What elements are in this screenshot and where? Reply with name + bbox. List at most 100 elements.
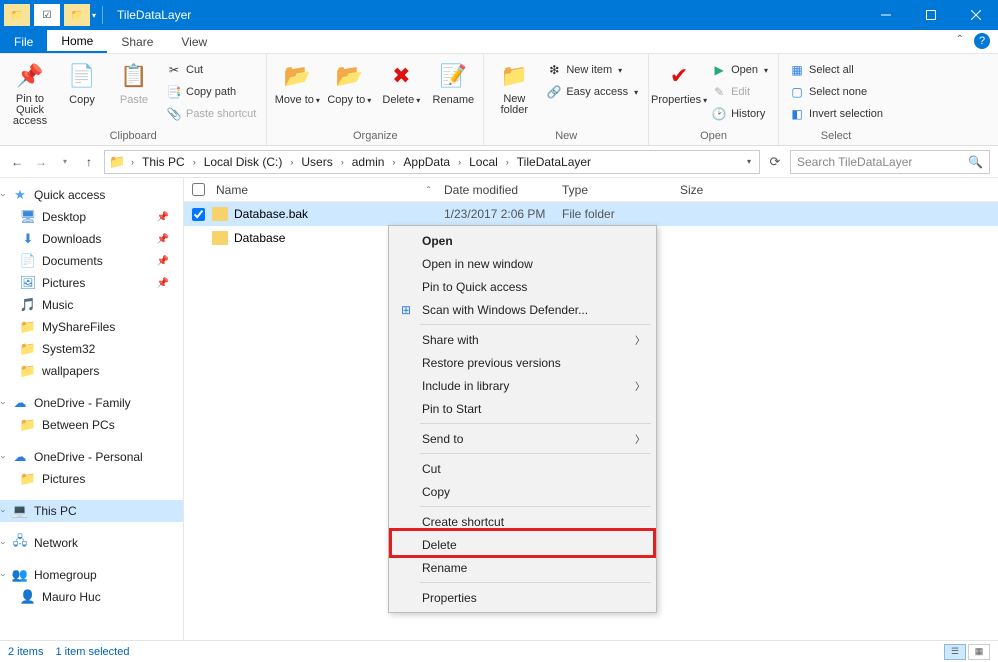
tab-view[interactable]: View [167, 30, 221, 53]
breadcrumb[interactable]: Users [299, 155, 334, 169]
qat-properties-icon[interactable]: ☑ [34, 4, 60, 26]
chevron-right-icon: 〉 [635, 378, 645, 393]
copy-to-button[interactable]: 📂Copy to▾ [325, 58, 373, 106]
icons-view-button[interactable]: ▦ [968, 644, 990, 660]
select-all-button[interactable]: ▦Select all [785, 60, 887, 80]
row-checkbox[interactable] [192, 208, 205, 221]
column-size[interactable]: Size [680, 183, 760, 197]
refresh-button[interactable]: ⟳ [766, 154, 784, 170]
copy-button[interactable]: 📄 Copy [58, 58, 106, 106]
sidebar-quick-access[interactable]: ★Quick access [0, 184, 183, 206]
invert-selection-button[interactable]: ◧Invert selection [785, 104, 887, 124]
move-to-button[interactable]: 📂Move to▾ [273, 58, 321, 106]
chevron-right-icon[interactable]: › [339, 157, 346, 167]
ctx-copy[interactable]: Copy [392, 480, 653, 503]
sidebar-item-music[interactable]: 🎵Music [0, 294, 183, 316]
back-button[interactable]: ← [8, 153, 26, 171]
cut-button[interactable]: ✂Cut [162, 60, 260, 80]
sidebar-homegroup[interactable]: 👥Homegroup [0, 564, 183, 586]
rename-button[interactable]: 📝Rename [429, 58, 477, 106]
address-dropdown-icon[interactable]: ▾ [743, 157, 755, 166]
sidebar-item-downloads[interactable]: ⬇Downloads📌 [0, 228, 183, 250]
ctx-restore-versions[interactable]: Restore previous versions [392, 351, 653, 374]
sidebar-item-wallpapers[interactable]: 📁wallpapers [0, 360, 183, 382]
ctx-send-to[interactable]: Send to〉 [392, 427, 653, 450]
column-type[interactable]: Type [562, 183, 680, 197]
easy-access-button[interactable]: 🔗Easy access▾ [542, 82, 642, 102]
file-row[interactable]: Database.bak 1/23/2017 2:06 PM File fold… [184, 202, 998, 226]
sidebar-this-pc[interactable]: 💻This PC [0, 500, 183, 522]
sidebar-item-mysharefiles[interactable]: 📁MyShareFiles [0, 316, 183, 338]
cut-icon: ✂ [166, 62, 182, 78]
qat-dropdown-icon[interactable]: ▾ [92, 11, 96, 20]
ctx-cut[interactable]: Cut [392, 457, 653, 480]
tab-share[interactable]: Share [107, 30, 167, 53]
breadcrumb[interactable]: admin [350, 155, 387, 169]
breadcrumb[interactable]: Local Disk (C:) [202, 155, 285, 169]
titlebar: 📁 ☑ 📁 ▾ TileDataLayer [0, 0, 998, 30]
sidebar-item-pictures[interactable]: 🖼Pictures📌 [0, 272, 183, 294]
ctx-open[interactable]: Open [392, 229, 653, 252]
help-icon[interactable]: ? [974, 33, 990, 49]
new-item-button[interactable]: ❇New item▾ [542, 60, 642, 80]
qat-new-folder-icon[interactable]: 📁 [64, 4, 90, 26]
downloads-icon: ⬇ [20, 231, 36, 247]
select-all-checkbox[interactable] [192, 183, 205, 196]
select-none-button[interactable]: ▢Select none [785, 82, 887, 102]
sidebar-item-desktop[interactable]: 🖥Desktop📌 [0, 206, 183, 228]
ctx-create-shortcut[interactable]: Create shortcut [392, 510, 653, 533]
tab-file[interactable]: File [0, 30, 47, 53]
chevron-right-icon[interactable]: › [456, 157, 463, 167]
delete-button[interactable]: ✖Delete▾ [377, 58, 425, 106]
ribbon-group-open: ✔Properties▾ ▶Open▾ ✎Edit 🕑History Open [649, 54, 779, 145]
sidebar-item-mauro[interactable]: 👤Mauro Huc [0, 586, 183, 608]
ribbon-collapse-icon[interactable]: ⌃ [956, 34, 964, 45]
properties-button[interactable]: ✔Properties▾ [655, 58, 703, 106]
breadcrumb[interactable]: This PC [140, 155, 187, 169]
pin-to-quick-access-button[interactable]: 📌 Pin to Quick access [6, 58, 54, 127]
sidebar-item-pictures-od[interactable]: 📁Pictures [0, 468, 183, 490]
sidebar-item-between-pcs[interactable]: 📁Between PCs [0, 414, 183, 436]
chevron-right-icon[interactable]: › [191, 157, 198, 167]
sidebar-item-system32[interactable]: 📁System32 [0, 338, 183, 360]
column-headers: Name⌃ Date modified Type Size [184, 178, 998, 202]
breadcrumb[interactable]: TileDataLayer [515, 155, 593, 169]
history-button[interactable]: 🕑History [707, 104, 772, 124]
ctx-pin-start[interactable]: Pin to Start [392, 397, 653, 420]
sidebar-onedrive-family[interactable]: ☁OneDrive - Family [0, 392, 183, 414]
sidebar-onedrive-personal[interactable]: ☁OneDrive - Personal [0, 446, 183, 468]
column-date[interactable]: Date modified [444, 183, 562, 197]
tab-home[interactable]: Home [47, 30, 107, 53]
breadcrumb[interactable]: Local [467, 155, 500, 169]
address-bar[interactable]: 📁 › This PC› Local Disk (C:)› Users› adm… [104, 150, 760, 174]
breadcrumb[interactable]: AppData [401, 155, 452, 169]
sidebar-item-documents[interactable]: 📄Documents📌 [0, 250, 183, 272]
details-view-button[interactable]: ☰ [944, 644, 966, 660]
status-bar: 2 items 1 item selected ☰ ▦ [0, 640, 998, 662]
search-input[interactable]: Search TileDataLayer 🔍 [790, 150, 990, 174]
new-folder-button[interactable]: 📁New folder [490, 58, 538, 116]
ctx-delete[interactable]: Delete [392, 533, 653, 556]
recent-dropdown-icon[interactable]: ▾ [56, 153, 74, 171]
chevron-right-icon[interactable]: › [129, 157, 136, 167]
qat-folder-icon[interactable]: 📁 [4, 4, 30, 26]
ctx-pin-quick-access[interactable]: Pin to Quick access [392, 275, 653, 298]
column-name[interactable]: Name⌃ [212, 183, 444, 197]
ctx-scan-defender[interactable]: ⊞Scan with Windows Defender... [392, 298, 653, 321]
ctx-properties[interactable]: Properties [392, 586, 653, 609]
sidebar-network[interactable]: 🖧Network [0, 532, 183, 554]
minimize-button[interactable] [863, 0, 908, 30]
up-button[interactable]: ↑ [80, 153, 98, 171]
chevron-right-icon[interactable]: › [504, 157, 511, 167]
ctx-rename[interactable]: Rename [392, 556, 653, 579]
chevron-right-icon[interactable]: › [288, 157, 295, 167]
maximize-button[interactable] [908, 0, 953, 30]
ctx-include-library[interactable]: Include in library〉 [392, 374, 653, 397]
close-button[interactable] [953, 0, 998, 30]
copy-path-button[interactable]: 📑Copy path [162, 82, 260, 102]
ctx-share-with[interactable]: Share with〉 [392, 328, 653, 351]
chevron-right-icon[interactable]: › [390, 157, 397, 167]
ctx-open-new-window[interactable]: Open in new window [392, 252, 653, 275]
paste-label: Paste [120, 94, 148, 106]
open-button[interactable]: ▶Open▾ [707, 60, 772, 80]
